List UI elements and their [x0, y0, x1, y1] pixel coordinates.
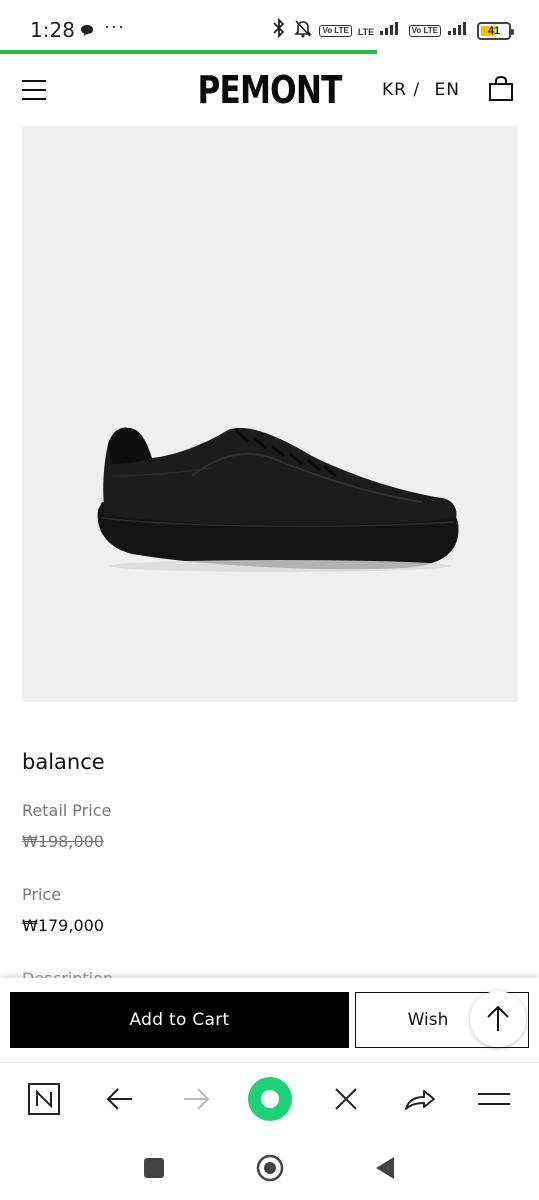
more-notifications-icon: ··· — [104, 16, 125, 36]
volte-icon: Vo LTE — [319, 24, 352, 37]
back-arrow-icon[interactable] — [98, 1077, 142, 1121]
product-image[interactable] — [22, 126, 518, 702]
battery-level: 41 — [487, 24, 501, 37]
home-circle-icon[interactable] — [254, 1152, 286, 1184]
retail-price-label: Retail Price — [22, 801, 112, 820]
product-action-bar: Add to Cart Wish — [0, 978, 539, 1062]
signal-strength-icon — [447, 21, 471, 40]
status-time: 1:28 — [30, 18, 75, 42]
lang-en-link[interactable]: EN — [435, 80, 460, 100]
lte-label: LTE — [357, 27, 375, 37]
bluetooth-icon — [271, 17, 287, 43]
close-icon[interactable] — [324, 1077, 368, 1121]
browser-toolbar — [0, 1062, 539, 1136]
shopping-bag-icon[interactable] — [486, 74, 516, 104]
battery-icon: 41 — [477, 21, 514, 40]
share-icon[interactable] — [398, 1077, 442, 1121]
back-triangle-icon[interactable] — [370, 1152, 402, 1184]
lang-kr-link[interactable]: KR / — [382, 80, 420, 100]
hamburger-menu-icon[interactable] — [22, 78, 46, 102]
site-header: PEMONT KR / EN — [0, 54, 539, 126]
retail-price-value: ₩198,000 — [22, 832, 104, 851]
menu-icon[interactable] — [472, 1077, 516, 1121]
recents-square-icon[interactable] — [138, 1152, 170, 1184]
status-indicators: Vo LTE LTE Vo LTE 41 — [271, 17, 514, 43]
lte-signal-icon: LTE — [358, 21, 403, 40]
price-label: Price — [22, 885, 62, 904]
volte-icon-2: Vo LTE — [408, 24, 441, 37]
black-sneaker-image — [97, 427, 459, 572]
language-switcher: KR / EN — [382, 80, 460, 100]
system-nav-bar — [0, 1136, 539, 1200]
green-circle-icon[interactable] — [248, 1077, 292, 1121]
price-value: ₩179,000 — [22, 916, 104, 935]
naver-n-icon[interactable] — [22, 1077, 66, 1121]
product-name: balance — [22, 750, 105, 774]
chat-bubble-icon — [80, 24, 94, 42]
bell-muted-icon — [293, 18, 313, 43]
arrow-up-icon[interactable] — [470, 991, 526, 1047]
add-to-cart-button[interactable]: Add to Cart — [10, 992, 349, 1048]
status-bar: 1:28 ··· Vo LTE LTE Vo LTE 41 — [0, 0, 539, 54]
forward-arrow-icon[interactable] — [174, 1077, 218, 1121]
